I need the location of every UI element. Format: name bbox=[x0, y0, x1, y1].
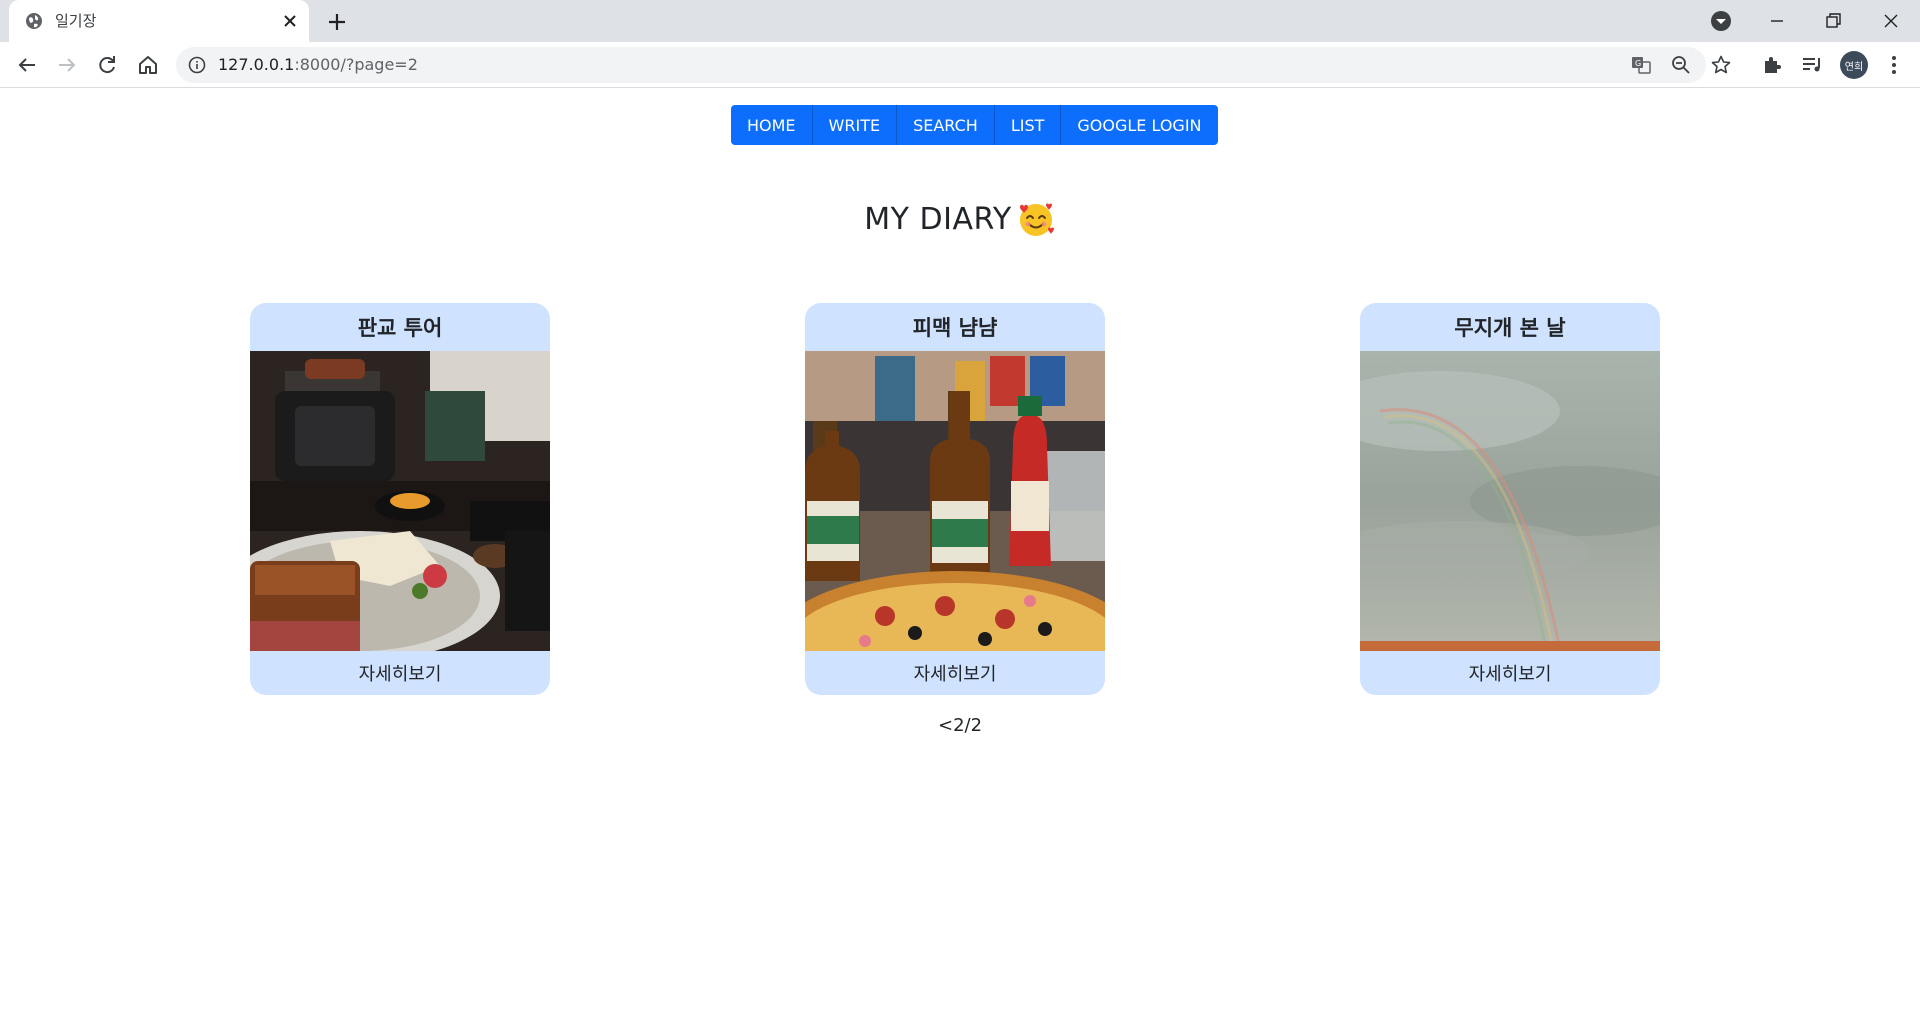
browser-toolbar: 127.0.0.1:8000/?page=2 G 연희 bbox=[0, 42, 1920, 88]
extensions-puzzle-icon[interactable] bbox=[1760, 53, 1784, 77]
pagination: <2/2 bbox=[0, 715, 1920, 736]
minimize-icon[interactable] bbox=[1764, 8, 1790, 34]
prev-page-link[interactable]: < bbox=[938, 715, 953, 736]
diary-card: 판교 투어 자세히보기 bbox=[250, 303, 550, 695]
nav-write-button[interactable]: WRITE bbox=[812, 105, 898, 145]
card-photo-rainbow bbox=[1360, 351, 1660, 651]
card-title: 판교 투어 bbox=[357, 316, 443, 340]
zoom-out-icon[interactable] bbox=[1670, 54, 1692, 76]
nav-google-login-button[interactable]: GOOGLE LOGIN bbox=[1061, 105, 1218, 145]
card-title: 무지개 본 날 bbox=[1454, 316, 1566, 340]
back-arrow-icon[interactable] bbox=[15, 53, 39, 77]
url-text[interactable]: 127.0.0.1:8000/?page=2 bbox=[218, 55, 418, 74]
plus-icon[interactable] bbox=[325, 10, 349, 34]
close-window-icon[interactable] bbox=[1878, 8, 1904, 34]
card-photo-pizza-beer bbox=[805, 351, 1105, 651]
card-photo-pork-cutlet bbox=[250, 351, 550, 651]
svg-text:G: G bbox=[1635, 59, 1641, 68]
more-menu-icon[interactable] bbox=[1882, 53, 1906, 77]
url-host: 127.0.0.1 bbox=[218, 55, 295, 74]
nav-list-button[interactable]: LIST bbox=[994, 105, 1062, 145]
profile-avatar[interactable]: 연희 bbox=[1840, 51, 1868, 79]
diary-card: 무지개 본 날 자세히보기 bbox=[1360, 303, 1660, 695]
title-row: MY DIARY bbox=[0, 199, 1920, 239]
page-indicator: 2/2 bbox=[953, 715, 983, 736]
diary-card: 피맥 냠냠 자세히보기 bbox=[805, 303, 1105, 695]
browser-tab[interactable]: 일기장 bbox=[9, 0, 309, 42]
close-icon[interactable] bbox=[280, 11, 300, 31]
card-detail-link[interactable]: 자세히보기 bbox=[1360, 651, 1660, 695]
page-title: MY DIARY bbox=[864, 201, 1012, 237]
globe-icon bbox=[26, 13, 42, 29]
main-nav: HOME WRITE SEARCH LIST GOOGLE LOGIN bbox=[731, 105, 1218, 145]
nav-home-button[interactable]: HOME bbox=[731, 105, 813, 145]
translate-icon[interactable]: G bbox=[1630, 54, 1652, 76]
tab-search-icon[interactable] bbox=[1710, 10, 1732, 32]
card-title: 피맥 냠냠 bbox=[912, 316, 998, 340]
browser-tabstrip: 일기장 bbox=[0, 0, 1920, 42]
page-content: HOME WRITE SEARCH LIST GOOGLE LOGIN MY D… bbox=[0, 89, 1920, 1024]
media-queue-icon[interactable] bbox=[1800, 53, 1824, 77]
card-detail-link[interactable]: 자세히보기 bbox=[805, 651, 1105, 695]
home-icon[interactable] bbox=[136, 53, 160, 77]
tab-title: 일기장 bbox=[55, 12, 97, 30]
restore-icon[interactable] bbox=[1820, 8, 1846, 34]
card-detail-link[interactable]: 자세히보기 bbox=[250, 651, 550, 695]
info-icon[interactable] bbox=[188, 56, 206, 74]
forward-arrow-icon[interactable] bbox=[55, 53, 79, 77]
address-bar[interactable]: 127.0.0.1:8000/?page=2 G bbox=[176, 47, 1731, 83]
reload-icon[interactable] bbox=[95, 53, 119, 77]
smiling-hearts-emoji-icon bbox=[1019, 203, 1054, 236]
nav-search-button[interactable]: SEARCH bbox=[897, 105, 995, 145]
url-path: :8000/?page=2 bbox=[294, 55, 418, 74]
bookmark-star-icon[interactable] bbox=[1710, 54, 1732, 76]
